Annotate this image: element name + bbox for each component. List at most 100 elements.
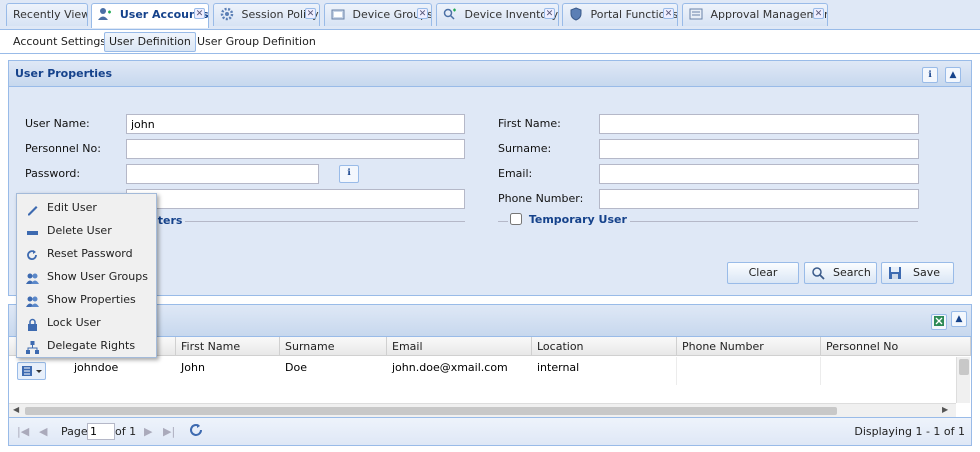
tab-approval-management[interactable]: Approval Management ✕ [682, 3, 828, 26]
horizontal-scroll-thumb[interactable] [25, 407, 837, 415]
email-input[interactable] [599, 164, 919, 184]
search-button[interactable]: Search [804, 262, 877, 284]
menu-item-delete-user[interactable]: Delete User [18, 219, 155, 242]
personnel-no-input[interactable] [126, 139, 465, 159]
column-header-personnel-no[interactable]: Personnel No [821, 337, 971, 356]
close-icon[interactable]: ✕ [194, 8, 205, 19]
folder-icon [331, 7, 345, 21]
phone-number-input[interactable] [599, 189, 919, 209]
tab-device-groups[interactable]: Device Groups ✕ [324, 3, 432, 26]
page-number-input[interactable] [87, 423, 115, 440]
password-label: Password: [25, 167, 81, 180]
scroll-right-icon[interactable]: ▶ [942, 405, 948, 414]
group-icon [26, 270, 39, 284]
phone-number-label: Phone Number: [498, 192, 584, 205]
of-pages-label: of 1 [115, 425, 137, 438]
sub-toolbar: Account Settings User Definition User Gr… [0, 30, 980, 54]
refresh-icon[interactable] [189, 423, 204, 441]
last-page-icon[interactable]: ▶| [163, 425, 175, 438]
menu-item-edit-user[interactable]: Edit User [18, 196, 155, 219]
close-icon[interactable]: ✕ [305, 8, 316, 19]
pencil-icon [26, 201, 39, 216]
menu-item-label: Delegate Rights [47, 339, 136, 352]
menu-item-reset-password[interactable]: Reset Password [18, 242, 155, 265]
tab-label: Recently View [13, 8, 88, 21]
column-divider [820, 357, 821, 385]
device-search-icon [443, 7, 457, 21]
subtab-account-settings[interactable]: Account Settings [8, 32, 111, 52]
save-button-label: Save [913, 266, 941, 279]
row-actions-button[interactable] [17, 362, 46, 380]
close-icon[interactable]: ✕ [544, 8, 555, 19]
cell-location: internal [537, 361, 580, 374]
menu-item-label: Lock User [47, 316, 101, 329]
menu-item-delegate-rights[interactable]: Delegate Rights [18, 334, 155, 357]
user-name-input[interactable] [126, 114, 465, 134]
menu-item-show-user-groups[interactable]: Show User Groups [18, 265, 155, 288]
subtab-user-definition[interactable]: User Definition [104, 32, 196, 52]
menu-item-label: Reset Password [47, 247, 133, 260]
scroll-left-icon[interactable]: ◀ [13, 405, 19, 414]
clear-button-label: Clear [748, 266, 778, 279]
tab-device-inventory[interactable]: Device Inventory ✕ [436, 3, 559, 26]
export-excel-icon[interactable] [931, 314, 947, 330]
main-tab-bar: Recently View User Accounts ✕ Session Po… [0, 0, 980, 30]
save-button[interactable]: Save [881, 262, 954, 284]
menu-item-lock-user[interactable]: Lock User [18, 311, 155, 334]
delegate-icon [26, 339, 39, 354]
collapse-grid-icon[interactable]: ▲ [951, 311, 967, 327]
menu-item-label: Edit User [47, 201, 97, 214]
lock-icon [26, 316, 39, 331]
page-label: Page [61, 425, 88, 438]
clear-button[interactable]: Clear [727, 262, 799, 284]
column-header-phone-number[interactable]: Phone Number [677, 337, 821, 356]
search-icon [811, 266, 825, 280]
tab-user-accounts[interactable]: User Accounts ✕ [91, 3, 209, 28]
surname-input[interactable] [599, 139, 919, 159]
info-icon[interactable]: ℹ [922, 67, 938, 83]
properties-icon [26, 293, 39, 307]
shield-icon [569, 7, 583, 21]
column-header-location[interactable]: Location [532, 337, 677, 356]
gear-icon [220, 7, 234, 21]
column-header-email[interactable]: Email [387, 337, 532, 356]
row-menu-icon [22, 366, 42, 376]
menu-item-label: Show User Groups [47, 270, 148, 283]
temporary-user-checkbox[interactable] [510, 213, 522, 225]
displaying-count: Displaying 1 - 1 of 1 [854, 425, 965, 438]
cell-first-name: John [181, 361, 205, 374]
tab-session-policy[interactable]: Session Policy ✕ [213, 3, 320, 26]
personnel-no-label: Personnel No: [25, 142, 101, 155]
horizontal-scrollbar[interactable]: ◀ ▶ [9, 403, 956, 417]
first-name-input[interactable] [599, 114, 919, 134]
delete-icon [26, 224, 39, 237]
cell-email: john.doe@xmail.com [392, 361, 508, 374]
cell-user-name: johndoe [74, 361, 119, 374]
password-info-icon[interactable]: ℹ [339, 165, 359, 183]
subtab-user-group-definition[interactable]: User Group Definition [192, 32, 321, 52]
tab-portal-functions[interactable]: Portal Functions ✕ [562, 3, 678, 26]
password-input[interactable] [126, 164, 319, 184]
tab-recently-view[interactable]: Recently View [6, 3, 88, 26]
column-header-surname[interactable]: Surname [280, 337, 387, 356]
next-page-icon[interactable]: ▶ [144, 425, 152, 438]
row-context-menu: Edit User Delete User Reset Password Sho… [16, 193, 157, 358]
vertical-scroll-thumb[interactable] [959, 359, 969, 375]
menu-item-show-properties[interactable]: Show Properties [18, 288, 155, 311]
close-icon[interactable]: ✕ [417, 8, 428, 19]
approval-icon [689, 7, 703, 21]
user-icon [98, 7, 112, 21]
email-label: Email: [498, 167, 533, 180]
vertical-scrollbar[interactable] [956, 357, 970, 403]
close-icon[interactable]: ✕ [813, 8, 824, 19]
column-header-first-name[interactable]: First Name [176, 337, 280, 356]
temporary-user-label: Temporary User [528, 213, 627, 226]
search-button-label: Search [833, 266, 871, 279]
prev-page-icon[interactable]: ◀ [39, 425, 47, 438]
cell-personnel-no [821, 357, 826, 383]
first-page-icon[interactable]: |◀ [17, 425, 29, 438]
close-icon[interactable]: ✕ [663, 8, 674, 19]
tab-label: Approval Management [710, 8, 828, 21]
user-extra-input[interactable] [126, 189, 465, 209]
collapse-icon[interactable]: ▲ [945, 67, 961, 83]
